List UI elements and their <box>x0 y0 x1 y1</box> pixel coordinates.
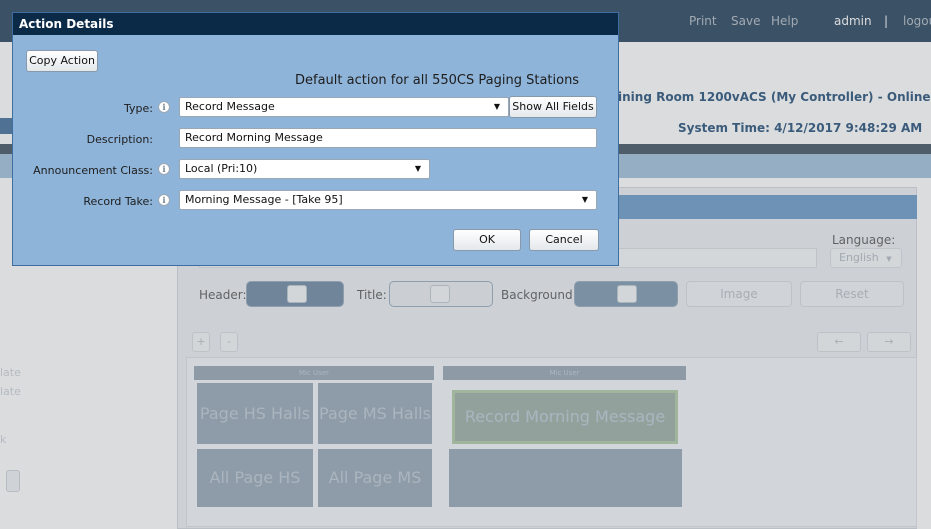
type-select[interactable]: Record Message ▼ <box>179 97 509 117</box>
dialog-title: Action Details <box>13 13 618 35</box>
description-label: Description: <box>86 133 153 146</box>
show-all-fields-button[interactable]: Show All Fields <box>509 96 597 118</box>
type-value: Record Message <box>185 100 275 113</box>
announcement-class-label: Announcement Class: <box>33 164 153 177</box>
info-icon[interactable]: i <box>158 101 170 113</box>
dialog-subtitle: Default action for all 550CS Paging Stat… <box>295 73 580 88</box>
chevron-down-icon: ▼ <box>581 195 588 204</box>
record-take-value: Morning Message - [Take 95] <box>185 193 343 206</box>
chevron-down-icon: ▼ <box>493 102 500 111</box>
info-icon[interactable]: i <box>158 163 170 175</box>
record-take-label: Record Take: <box>83 195 153 208</box>
chevron-down-icon: ▼ <box>414 164 421 173</box>
info-icon[interactable]: i <box>158 194 170 206</box>
description-input[interactable]: Record Morning Message <box>179 128 597 148</box>
record-take-select[interactable]: Morning Message - [Take 95] ▼ <box>179 190 597 210</box>
announcement-class-value: Local (Pri:10) <box>185 162 258 175</box>
cancel-button[interactable]: Cancel <box>529 229 599 251</box>
announcement-class-select[interactable]: Local (Pri:10) ▼ <box>179 159 430 179</box>
copy-action-button[interactable]: Copy Action <box>26 50 98 72</box>
type-label: Type: <box>124 102 153 115</box>
action-details-dialog: Action Details Copy Action Default actio… <box>12 12 619 266</box>
ok-button[interactable]: OK <box>453 229 521 251</box>
